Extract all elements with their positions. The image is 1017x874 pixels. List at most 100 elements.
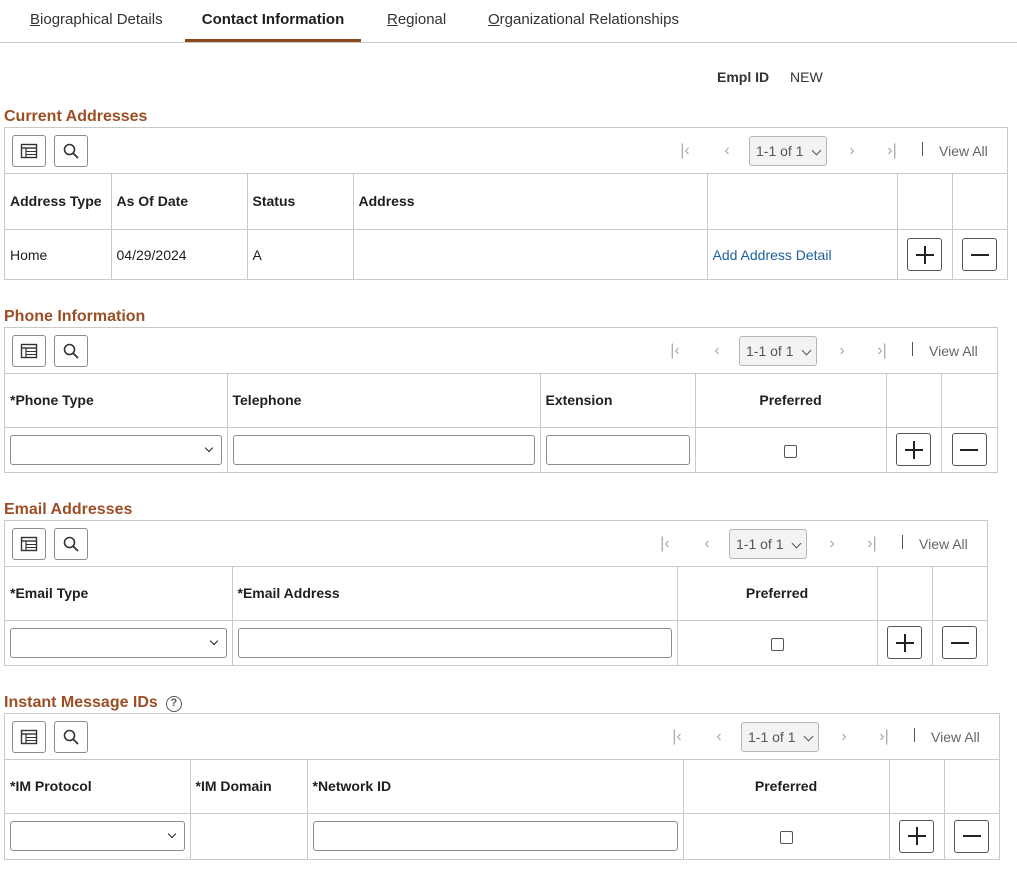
delete-row-button[interactable]	[962, 238, 997, 271]
personalize-grid-button[interactable]	[12, 528, 46, 560]
column-header	[932, 567, 987, 620]
network-id-input[interactable]	[313, 821, 678, 851]
minus-icon	[951, 642, 969, 644]
plus-icon	[908, 827, 926, 845]
status-cell: A	[247, 229, 353, 280]
table-row	[5, 620, 987, 665]
tab-contact-information[interactable]: Contact Information	[185, 0, 361, 42]
address-type-cell: Home	[5, 229, 111, 280]
grid-navigation: |‹ ‹ 1-1 of 1 › ›| View All	[667, 336, 997, 366]
next-page-icon[interactable]: ›	[824, 529, 840, 559]
first-page-icon[interactable]: |‹	[677, 136, 693, 166]
column-header: *IM Domain	[190, 760, 307, 813]
minus-icon	[971, 254, 989, 256]
last-page-icon[interactable]: ›|	[864, 529, 880, 559]
phone-type-select[interactable]	[10, 435, 222, 465]
preferred-checkbox[interactable]	[780, 831, 793, 844]
find-button[interactable]	[54, 335, 88, 367]
column-header: Telephone	[227, 374, 540, 427]
column-header	[886, 374, 941, 427]
personalize-grid-button[interactable]	[12, 335, 46, 367]
column-header: As Of Date	[111, 174, 247, 229]
telephone-input[interactable]	[233, 435, 535, 465]
tab-organizational-relationships[interactable]: Organizational Relationships	[488, 0, 679, 42]
email-addresses-grid: |‹ ‹ 1-1 of 1 › ›| View All *Email Type …	[4, 520, 988, 666]
add-row-button[interactable]	[899, 820, 934, 853]
view-all-link[interactable]: View All	[929, 336, 978, 366]
grid-settings-icon	[20, 143, 38, 159]
column-header	[897, 174, 952, 229]
add-row-button[interactable]	[896, 433, 931, 466]
first-page-icon[interactable]: |‹	[669, 722, 685, 752]
grid-toolbar: |‹ ‹ 1-1 of 1 › ›| View All	[5, 328, 997, 374]
delete-row-button[interactable]	[952, 433, 987, 466]
last-page-icon[interactable]: ›|	[876, 722, 892, 752]
instant-message-ids-grid: |‹ ‹ 1-1 of 1 › ›| View All *IM Protocol…	[4, 713, 1000, 860]
personalize-grid-button[interactable]	[12, 135, 46, 167]
column-header: *IM Protocol	[5, 760, 190, 813]
column-header: *Email Type	[5, 567, 232, 620]
minus-icon	[960, 449, 978, 451]
phone-information-title: Phone Information	[4, 308, 145, 326]
grid-settings-icon	[20, 343, 38, 359]
separator	[902, 535, 903, 549]
grid-toolbar: |‹ ‹ 1-1 of 1 › ›| View All	[5, 714, 999, 760]
empl-id-label: Empl ID	[717, 69, 769, 85]
view-all-link[interactable]: View All	[919, 529, 968, 559]
delete-row-button[interactable]	[942, 626, 977, 659]
grid-navigation: |‹ ‹ 1-1 of 1 › ›| View All	[677, 136, 1007, 166]
personalize-grid-button[interactable]	[12, 721, 46, 753]
pager-select[interactable]: 1-1 of 1	[749, 136, 827, 166]
view-all-link[interactable]: View All	[939, 136, 988, 166]
column-header	[944, 760, 999, 813]
last-page-icon[interactable]: ›|	[874, 336, 890, 366]
next-page-icon[interactable]: ›	[834, 336, 850, 366]
minus-icon	[963, 835, 981, 837]
previous-page-icon[interactable]: ‹	[709, 336, 725, 366]
chevron-down-icon	[804, 732, 814, 742]
column-header: *Phone Type	[5, 374, 227, 427]
im-protocol-select[interactable]	[10, 821, 185, 851]
phone-information-grid: |‹ ‹ 1-1 of 1 › ›| View All *Phone Type …	[4, 327, 998, 473]
add-row-button[interactable]	[907, 238, 942, 271]
find-button[interactable]	[54, 528, 88, 560]
empl-id-value: NEW	[790, 69, 823, 85]
column-header: Preferred	[695, 374, 886, 427]
first-page-icon[interactable]: |‹	[667, 336, 683, 366]
separator	[914, 728, 915, 742]
email-address-input[interactable]	[238, 628, 672, 658]
column-header: *Network ID	[307, 760, 683, 813]
last-page-icon[interactable]: ›|	[884, 136, 900, 166]
address-cell	[353, 229, 707, 280]
add-row-button[interactable]	[887, 626, 922, 659]
preferred-checkbox[interactable]	[784, 445, 797, 458]
chevron-down-icon	[812, 146, 822, 156]
preferred-checkbox[interactable]	[771, 638, 784, 651]
help-icon[interactable]: ?	[166, 696, 182, 712]
tab-bar: Biographical Details Contact Information…	[0, 0, 1017, 43]
view-all-link[interactable]: View All	[931, 722, 980, 752]
column-header	[941, 374, 997, 427]
column-header	[889, 760, 944, 813]
previous-page-icon[interactable]: ‹	[719, 136, 735, 166]
pager-select[interactable]: 1-1 of 1	[729, 529, 807, 559]
next-page-icon[interactable]: ›	[836, 722, 852, 752]
first-page-icon[interactable]: |‹	[657, 529, 673, 559]
delete-row-button[interactable]	[954, 820, 989, 853]
extension-input[interactable]	[546, 435, 690, 465]
email-type-select[interactable]	[10, 628, 227, 658]
column-header: Preferred	[683, 760, 889, 813]
previous-page-icon[interactable]: ‹	[699, 529, 715, 559]
column-header	[707, 174, 897, 229]
find-button[interactable]	[54, 721, 88, 753]
find-button[interactable]	[54, 135, 88, 167]
chevron-down-icon	[204, 444, 212, 452]
pager-select[interactable]: 1-1 of 1	[739, 336, 817, 366]
pager-select[interactable]: 1-1 of 1	[741, 722, 819, 752]
add-address-detail-link[interactable]: Add Address Detail	[713, 247, 832, 263]
tab-regional[interactable]: Regional	[387, 0, 446, 42]
tab-biographical-details[interactable]: Biographical Details	[30, 0, 163, 42]
previous-page-icon[interactable]: ‹	[711, 722, 727, 752]
next-page-icon[interactable]: ›	[844, 136, 860, 166]
separator	[912, 342, 913, 356]
